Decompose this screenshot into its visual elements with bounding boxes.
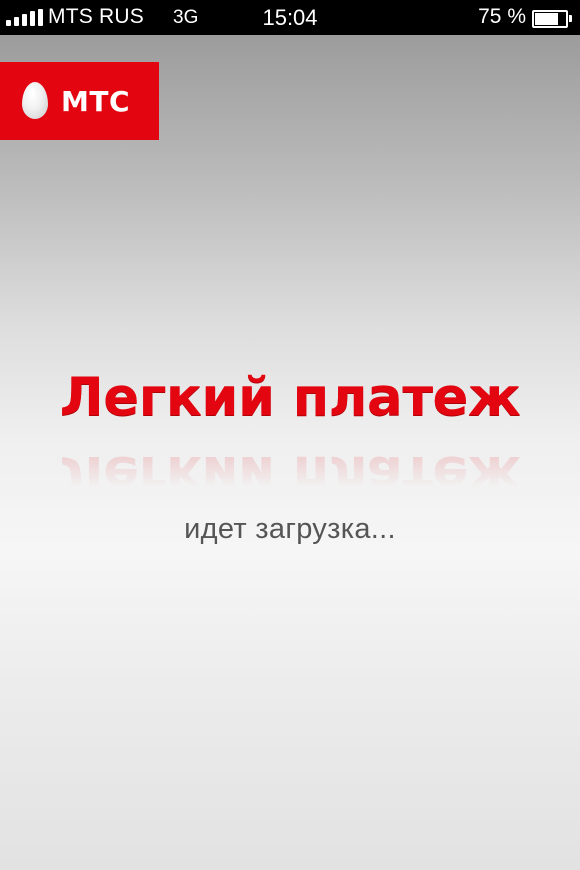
- mts-logo: МТС: [0, 62, 159, 140]
- loading-text: идет загрузка...: [184, 513, 396, 545]
- mts-egg-icon: [22, 82, 48, 119]
- battery-icon: [532, 10, 572, 28]
- app-title-reflection: Легкий платеж: [0, 437, 580, 487]
- logo-text: МТС: [61, 85, 131, 118]
- app-title: Легкий платеж: [59, 367, 521, 428]
- battery-level: [535, 13, 558, 25]
- app-title-reflection-text: Легкий платеж: [59, 444, 521, 487]
- splash-screen: МТС Легкий платеж Легкий платеж идет заг…: [0, 35, 580, 870]
- battery-percent: 75 %: [478, 5, 526, 28]
- status-bar: MTS RUS 3G 15:04 75 %: [0, 0, 580, 35]
